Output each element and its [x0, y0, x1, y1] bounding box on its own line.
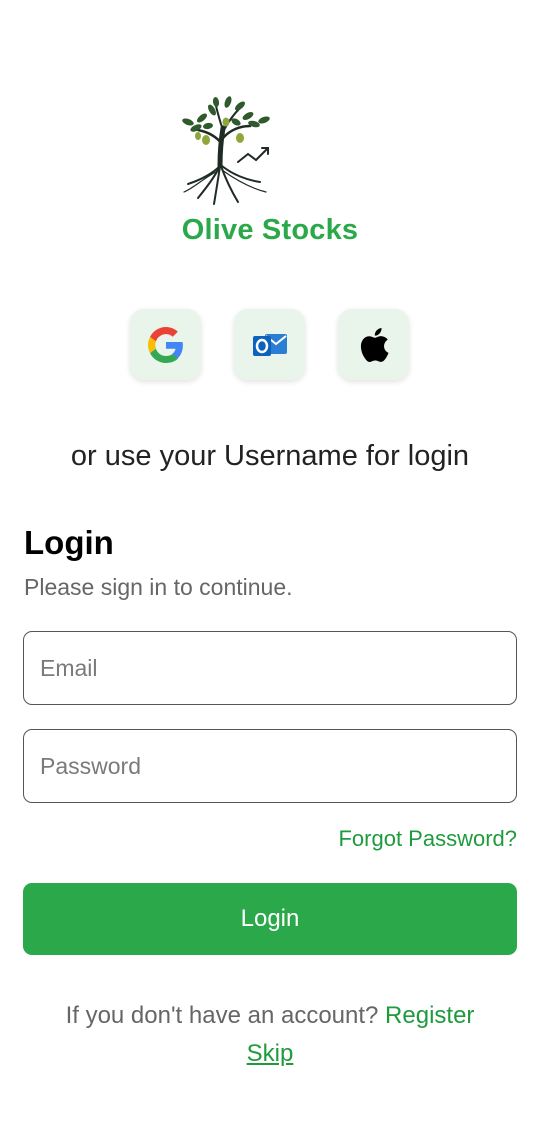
- password-field[interactable]: [23, 729, 517, 803]
- email-field[interactable]: [23, 631, 517, 705]
- google-icon: [147, 326, 183, 363]
- register-link[interactable]: Register: [385, 1002, 474, 1029]
- social-login-row: [130, 309, 409, 380]
- register-prompt-line: If you don't have an account? Register: [0, 1002, 540, 1030]
- apple-login-button[interactable]: [338, 309, 409, 380]
- app-name: Olive Stocks: [181, 214, 359, 246]
- apple-icon: [360, 327, 388, 362]
- forgot-password-link[interactable]: Forgot Password?: [338, 826, 517, 852]
- register-prompt-text: If you don't have an account?: [65, 1002, 379, 1029]
- skip-link[interactable]: Skip: [247, 1040, 294, 1067]
- google-login-button[interactable]: [130, 309, 201, 380]
- login-title: Login: [24, 524, 114, 561]
- skip-container: Skip: [0, 1040, 540, 1068]
- login-screen: Olive Stocks or use your Username for lo…: [0, 0, 540, 1140]
- login-button[interactable]: Login: [23, 883, 517, 955]
- alternate-login-text: or use your Username for login: [70, 440, 470, 472]
- olive-tree-logo: [182, 96, 270, 205]
- outlook-icon: [252, 333, 287, 356]
- login-subtitle: Please sign in to continue.: [24, 574, 293, 600]
- outlook-login-button[interactable]: [234, 309, 305, 380]
